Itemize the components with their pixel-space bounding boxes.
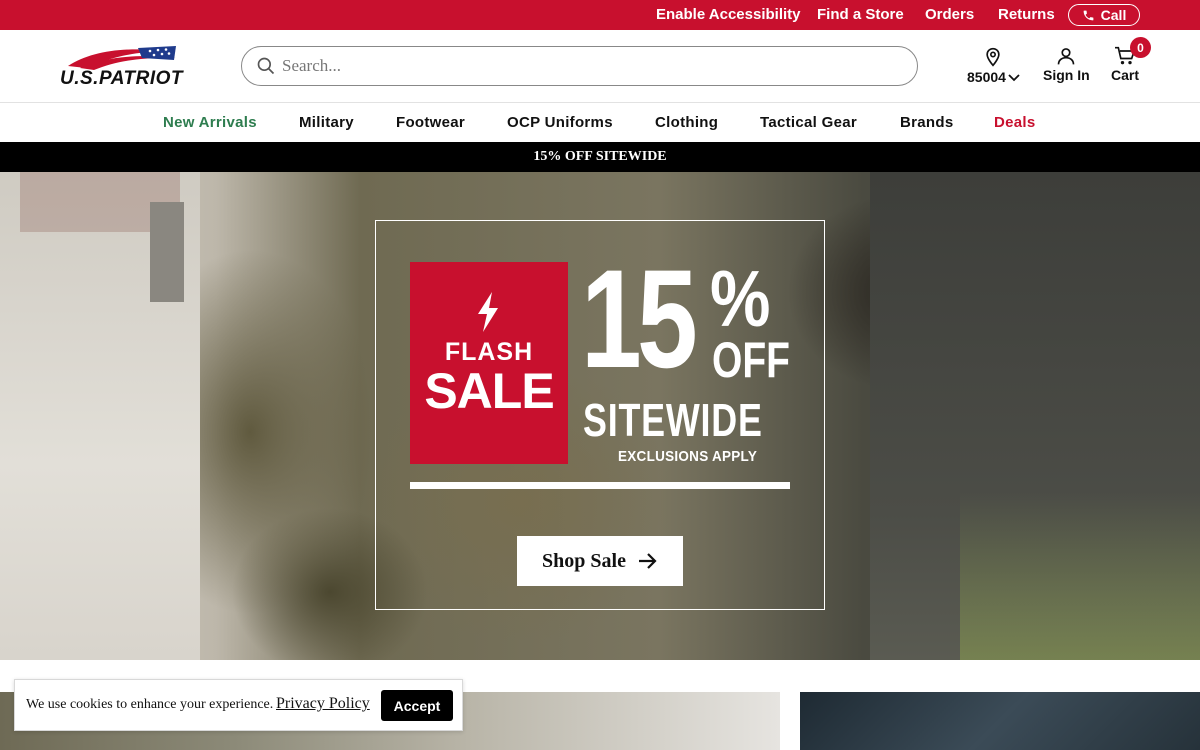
location-selector[interactable]: 85004 xyxy=(967,46,1020,85)
cart-label: Cart xyxy=(1111,67,1140,83)
site-header: U.S.PATRIOT 85004 Sign In Cart 0 xyxy=(0,30,1200,103)
search-bar xyxy=(241,46,918,86)
enable-accessibility-link[interactable]: Enable Accessibility xyxy=(656,6,801,23)
shop-sale-button[interactable]: Shop Sale xyxy=(517,536,683,586)
sitewide-label: SITEWIDE xyxy=(583,394,763,446)
cookie-message: We use cookies to enhance your experienc… xyxy=(26,697,274,712)
cart-count-badge: 0 xyxy=(1130,37,1151,58)
us-patriot-logo[interactable]: U.S.PATRIOT xyxy=(58,44,194,89)
sale-label: SALE xyxy=(424,363,554,419)
call-button[interactable]: Call xyxy=(1068,4,1140,26)
promo-text: 15% OFF SITEWIDE xyxy=(533,149,667,164)
accept-cookies-button[interactable]: Accept xyxy=(381,690,453,721)
hero-background-pole xyxy=(150,202,184,302)
find-a-store-link[interactable]: Find a Store xyxy=(817,6,904,23)
nav-new-arrivals[interactable]: New Arrivals xyxy=(163,114,257,131)
cookie-banner: We use cookies to enhance your experienc… xyxy=(14,679,463,731)
sign-in-label: Sign In xyxy=(1043,67,1090,83)
discount-number: 15 xyxy=(581,240,698,397)
search-icon[interactable] xyxy=(256,56,276,76)
call-label: Call xyxy=(1100,7,1127,23)
returns-link[interactable]: Returns xyxy=(998,6,1055,23)
lightning-bolt-icon xyxy=(478,292,498,332)
exclusions-label: EXCLUSIONS APPLY xyxy=(618,448,758,465)
user-icon xyxy=(1057,48,1075,65)
sign-in-button[interactable]: Sign In xyxy=(1043,46,1090,83)
shop-sale-label: Shop Sale xyxy=(542,549,626,572)
category-tile-footwear[interactable] xyxy=(800,692,1200,750)
nav-military[interactable]: Military xyxy=(299,114,354,131)
promo-bar[interactable]: 15% OFF SITEWIDE xyxy=(0,142,1200,172)
chevron-down-icon xyxy=(1008,73,1020,81)
nav-ocp-uniforms[interactable]: OCP Uniforms xyxy=(507,114,613,131)
logo-text: U.S.PATRIOT xyxy=(60,68,184,89)
divider xyxy=(410,482,790,489)
flash-sale-badge: FLASH SALE xyxy=(410,262,568,464)
nav-tactical-gear[interactable]: Tactical Gear xyxy=(760,114,857,131)
orders-link[interactable]: Orders xyxy=(925,6,974,23)
sale-frame: FLASH SALE 15 % OFF SITEWIDE EXCLUSIONS … xyxy=(375,220,825,610)
phone-icon xyxy=(1083,10,1094,20)
location-pin-icon xyxy=(986,47,1001,67)
location-zip: 85004 xyxy=(967,69,1006,85)
nav-brands[interactable]: Brands xyxy=(900,114,953,131)
nav-deals[interactable]: Deals xyxy=(994,114,1036,131)
discount-percent: % xyxy=(710,254,771,343)
nav-clothing[interactable]: Clothing xyxy=(655,114,718,131)
hero-background-grass xyxy=(960,492,1200,660)
privacy-policy-link[interactable]: Privacy Policy xyxy=(276,695,370,713)
main-nav: New Arrivals Military Footwear OCP Unifo… xyxy=(0,103,1200,142)
nav-footwear[interactable]: Footwear xyxy=(396,114,465,131)
discount-off: OFF xyxy=(712,332,790,388)
arrow-right-icon xyxy=(638,553,657,569)
search-input[interactable] xyxy=(282,53,882,79)
utility-bar: Enable Accessibility Find a Store Orders… xyxy=(0,0,1200,30)
hero-banner[interactable]: FLASH SALE 15 % OFF SITEWIDE EXCLUSIONS … xyxy=(0,172,1200,660)
